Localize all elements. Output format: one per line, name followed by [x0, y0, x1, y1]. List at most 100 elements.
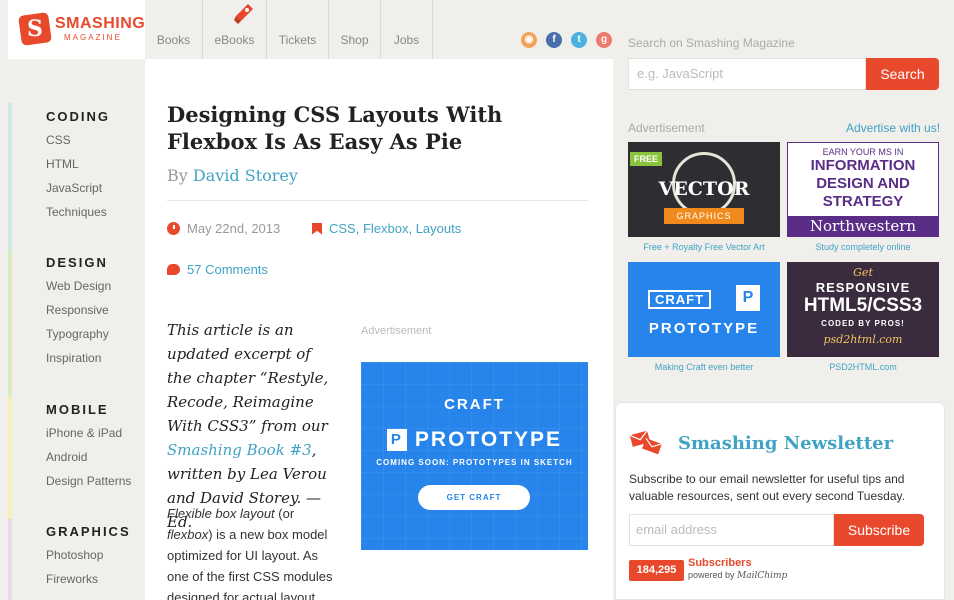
article-date: May 22nd, 2013	[167, 221, 280, 236]
comments-text[interactable]: 57 Comments	[187, 262, 268, 277]
category-color-bar	[8, 397, 12, 519]
article: Designing CSS Layouts With Flexbox Is As…	[145, 59, 613, 600]
category-color-bar	[8, 250, 12, 397]
new-badge-icon	[234, 4, 253, 24]
mailchimp-logo[interactable]: MailChimp	[737, 571, 787, 581]
ad-brand: CRAFT	[444, 396, 505, 413]
craft-prototype-small-ad[interactable]: CRAFT P PROTOTYPE	[628, 262, 780, 357]
category-graphics: GRAPHICS Photoshop Fireworks	[8, 519, 145, 600]
rss-icon[interactable]: ◉	[521, 32, 537, 48]
article-intro: This article is an updated excerpt of th…	[167, 321, 329, 531]
smashing-book-link[interactable]: Smashing Book #3	[167, 441, 312, 459]
category-title[interactable]: DESIGN	[46, 250, 145, 274]
category-title[interactable]: CODING	[46, 104, 145, 128]
category-link-photoshop[interactable]: Photoshop	[46, 543, 145, 567]
logo-name: SMASHING	[55, 15, 146, 32]
advertise-link[interactable]: Advertise with us!	[846, 121, 940, 135]
ad-free-tag: FREE	[630, 152, 663, 166]
subscribers-label: Subscribers	[688, 557, 752, 569]
ad-subtitle: RESPONSIVE	[815, 280, 911, 295]
get-craft-button[interactable]: GET CRAFT	[418, 485, 530, 510]
email-field[interactable]: email address	[629, 514, 834, 546]
googleplus-icon[interactable]: g	[596, 32, 612, 48]
vector-graphics-ad[interactable]: FREE VECTOR GRAPHICS	[628, 142, 780, 237]
ad-caption[interactable]: Free + Royalty Free Vector Art	[628, 242, 780, 252]
comments-link[interactable]: 57 Comments	[167, 262, 268, 277]
comment-bubble-icon	[167, 264, 180, 275]
tags-text[interactable]: CSS, Flexbox, Layouts	[329, 221, 461, 236]
ad-product: P PROTOTYPE	[361, 428, 588, 452]
category-link-web-design[interactable]: Web Design	[46, 274, 145, 298]
category-color-bar	[8, 519, 12, 600]
category-mobile: MOBILE iPhone & iPad Android Design Patt…	[8, 397, 145, 519]
byline-prefix: By	[167, 166, 188, 185]
nav-shop[interactable]: Shop	[329, 0, 381, 59]
craft-prototype-ad[interactable]: CRAFT P PROTOTYPE COMING SOON: PROTOTYPES…	[361, 362, 588, 550]
ad-brand: psd2html.com	[823, 333, 903, 346]
ad-tagline: CODED BY PROS!	[821, 319, 905, 328]
nav-jobs[interactable]: Jobs	[381, 0, 433, 59]
subscriber-count-badge: 184,295	[629, 560, 684, 581]
category-link-javascript[interactable]: JavaScript	[46, 176, 145, 200]
nav-ebooks[interactable]: eBooks	[203, 0, 267, 59]
northwestern-ad[interactable]: EARN YOUR MS IN INFORMATION DESIGN AND S…	[787, 142, 939, 237]
category-link-android[interactable]: Android	[46, 445, 145, 469]
category-link-typography[interactable]: Typography	[46, 322, 145, 346]
ad-title: PROTOTYPE	[648, 320, 760, 337]
category-link-html[interactable]: HTML	[46, 152, 145, 176]
category-link-techniques[interactable]: Techniques	[46, 200, 145, 224]
logo-mark-icon: S	[18, 12, 52, 46]
category-link-inspiration[interactable]: Inspiration	[46, 346, 145, 370]
powered-by: powered by MailChimp	[688, 570, 788, 581]
prototype-logo-icon: P	[736, 285, 760, 311]
category-title[interactable]: GRAPHICS	[46, 519, 145, 543]
search-label: Search on Smashing Magazine	[628, 36, 795, 50]
facebook-icon[interactable]: f	[546, 32, 562, 48]
ad-brand: Northwestern	[788, 216, 938, 236]
psd2html-ad[interactable]: Get RESPONSIVE HTML5/CSS3 CODED BY PROS!…	[787, 262, 939, 357]
subscribe-button[interactable]: Subscribe	[834, 514, 924, 546]
category-design: DESIGN Web Design Responsive Typography …	[8, 250, 145, 397]
category-sidebar: CODING CSS HTML JavaScript Techniques DE…	[8, 103, 145, 600]
newsletter-box: Smashing Newsletter Subscribe to our ema…	[615, 402, 945, 600]
ad-caption[interactable]: PSD2HTML.com	[787, 362, 939, 372]
inline-ad-label: Advertisement	[361, 325, 432, 337]
category-link-iphone-ipad[interactable]: iPhone & iPad	[46, 421, 145, 445]
site-logo[interactable]: S SMASHING MAGAZINE	[8, 0, 145, 59]
newsletter-description: Subscribe to our email newsletter for us…	[629, 472, 905, 503]
category-link-design-patterns[interactable]: Design Patterns	[46, 469, 145, 493]
ad-kicker: Get	[853, 266, 873, 279]
article-byline: By David Storey	[167, 166, 298, 185]
category-link-css[interactable]: CSS	[46, 128, 145, 152]
ad-caption[interactable]: Study completely online	[787, 242, 939, 252]
author-link[interactable]: David Storey	[193, 166, 298, 185]
twitter-icon[interactable]: t	[571, 32, 587, 48]
newsletter-title: Smashing Newsletter	[678, 433, 894, 454]
category-coding: CODING CSS HTML JavaScript Techniques	[8, 103, 145, 250]
top-navigation: Books eBooks Tickets Shop Jobs	[145, 0, 433, 59]
envelopes-icon	[629, 430, 663, 455]
meta-divider	[167, 200, 588, 201]
ad-kicker: EARN YOUR MS IN	[822, 147, 904, 157]
ad-brand: CRAFT	[648, 290, 712, 309]
clock-icon	[167, 222, 180, 235]
ad-title: HTML5/CSS3	[803, 295, 923, 316]
ad-title: INFORMATION DESIGN AND STRATEGY	[810, 157, 916, 210]
category-color-bar	[8, 103, 12, 250]
category-title[interactable]: MOBILE	[46, 397, 145, 421]
ad-caption[interactable]: Making Craft even better	[628, 362, 780, 372]
search-input[interactable]: e.g. JavaScript	[628, 58, 866, 90]
search-button[interactable]: Search	[866, 58, 939, 90]
bookmark-icon	[312, 222, 322, 235]
ads-label: Advertisement	[628, 121, 705, 135]
category-link-fireworks[interactable]: Fireworks	[46, 567, 145, 591]
ad-background-pattern	[361, 362, 588, 550]
article-tags[interactable]: CSS, Flexbox, Layouts	[312, 221, 461, 236]
ad-ribbon: GRAPHICS	[664, 208, 744, 224]
social-links: ◉ f t g	[521, 32, 612, 48]
date-text: May 22nd, 2013	[187, 221, 281, 236]
nav-tickets[interactable]: Tickets	[267, 0, 329, 59]
category-link-responsive[interactable]: Responsive	[46, 298, 145, 322]
nav-books[interactable]: Books	[145, 0, 203, 59]
ad-tagline: COMING SOON: PROTOTYPES IN SKETCH	[376, 458, 573, 467]
